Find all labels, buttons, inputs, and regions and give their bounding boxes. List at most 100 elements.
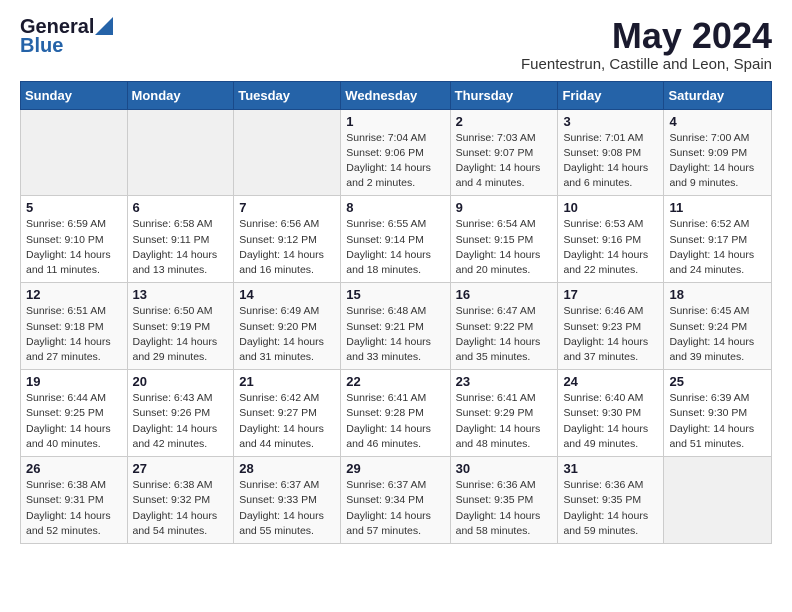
- title-section: May 2024 Fuentestrun, Castille and Leon,…: [521, 16, 772, 73]
- table-row: 26 Sunrise: 6:38 AM Sunset: 9:31 PM Dayli…: [21, 457, 128, 544]
- day-number: 13: [133, 287, 229, 302]
- day-number: 4: [669, 114, 766, 129]
- day-info: Sunrise: 6:50 AM Sunset: 9:19 PM Dayligh…: [133, 304, 229, 365]
- table-row: 6 Sunrise: 6:58 AM Sunset: 9:11 PM Daylig…: [127, 196, 234, 283]
- table-row: 30 Sunrise: 6:36 AM Sunset: 9:35 PM Dayli…: [450, 457, 558, 544]
- table-row: 4Sunrise: 7:00 AM Sunset: 9:09 PM Daylig…: [664, 109, 772, 196]
- day-info: Sunrise: 6:43 AM Sunset: 9:26 PM Dayligh…: [133, 391, 229, 452]
- day-info: Sunrise: 6:41 AM Sunset: 9:28 PM Dayligh…: [346, 391, 444, 452]
- table-row: 15Sunrise: 6:48 AM Sunset: 9:21 PM Dayli…: [341, 283, 450, 370]
- table-row: 23Sunrise: 6:41 AM Sunset: 9:29 PM Dayli…: [450, 370, 558, 457]
- day-number: 17: [563, 287, 658, 302]
- page-header: General Blue May 2024 Fuentestrun, Casti…: [20, 16, 772, 73]
- day-number: 14: [239, 287, 335, 302]
- day-info: Sunrise: 6:39 AM Sunset: 9:30 PM Dayligh…: [669, 391, 766, 452]
- logo: General Blue: [20, 16, 113, 58]
- day-number: 30: [456, 461, 553, 476]
- table-row: 12 Sunrise: 6:51 AM Sunset: 9:18 PM Dayli…: [21, 283, 128, 370]
- table-row: 14 Sunrise: 6:49 AM Sunset: 9:20 PM Dayli…: [234, 283, 341, 370]
- table-row: 11Sunrise: 6:52 AM Sunset: 9:17 PM Dayli…: [664, 196, 772, 283]
- day-number: 12: [26, 287, 122, 302]
- day-info: Sunrise: 7:04 AM Sunset: 9:06 PM Dayligh…: [346, 131, 444, 192]
- table-row: 13 Sunrise: 6:50 AM Sunset: 9:19 PM Dayli…: [127, 283, 234, 370]
- day-number: 23: [456, 374, 553, 389]
- calendar-week-row: 1 Sunrise: 7:04 AM Sunset: 9:06 PM Daylig…: [21, 109, 772, 196]
- day-info: Sunrise: 6:40 AM Sunset: 9:30 PM Dayligh…: [563, 391, 658, 452]
- day-number: 16: [456, 287, 553, 302]
- table-row: 29 Sunrise: 6:37 AM Sunset: 9:34 PM Dayli…: [341, 457, 450, 544]
- day-number: 8: [346, 200, 444, 215]
- day-info: Sunrise: 7:01 AM Sunset: 9:08 PM Dayligh…: [563, 131, 658, 192]
- day-info: Sunrise: 6:36 AM Sunset: 9:35 PM Dayligh…: [456, 478, 553, 539]
- calendar-week-row: 26 Sunrise: 6:38 AM Sunset: 9:31 PM Dayli…: [21, 457, 772, 544]
- table-row: 7Sunrise: 6:56 AM Sunset: 9:12 PM Daylig…: [234, 196, 341, 283]
- table-row: 19 Sunrise: 6:44 AM Sunset: 9:25 PM Dayli…: [21, 370, 128, 457]
- day-number: 10: [563, 200, 658, 215]
- day-number: 7: [239, 200, 335, 215]
- table-row: 10 Sunrise: 6:53 AM Sunset: 9:16 PM Dayli…: [558, 196, 664, 283]
- day-info: Sunrise: 6:42 AM Sunset: 9:27 PM Dayligh…: [239, 391, 335, 452]
- day-number: 29: [346, 461, 444, 476]
- day-info: Sunrise: 6:47 AM Sunset: 9:22 PM Dayligh…: [456, 304, 553, 365]
- day-info: Sunrise: 6:49 AM Sunset: 9:20 PM Dayligh…: [239, 304, 335, 365]
- day-number: 24: [563, 374, 658, 389]
- table-row: 22 Sunrise: 6:41 AM Sunset: 9:28 PM Dayli…: [341, 370, 450, 457]
- table-row: 25 Sunrise: 6:39 AM Sunset: 9:30 PM Dayli…: [664, 370, 772, 457]
- col-tuesday: Tuesday: [234, 81, 341, 109]
- table-row: 9 Sunrise: 6:54 AM Sunset: 9:15 PM Daylig…: [450, 196, 558, 283]
- day-info: Sunrise: 6:53 AM Sunset: 9:16 PM Dayligh…: [563, 217, 658, 278]
- table-row: 16 Sunrise: 6:47 AM Sunset: 9:22 PM Dayli…: [450, 283, 558, 370]
- day-info: Sunrise: 6:58 AM Sunset: 9:11 PM Dayligh…: [133, 217, 229, 278]
- day-info: Sunrise: 7:03 AM Sunset: 9:07 PM Dayligh…: [456, 131, 553, 192]
- table-row: 27 Sunrise: 6:38 AM Sunset: 9:32 PM Dayli…: [127, 457, 234, 544]
- col-friday: Friday: [558, 81, 664, 109]
- day-number: 9: [456, 200, 553, 215]
- calendar-title: May 2024: [521, 16, 772, 56]
- day-info: Sunrise: 6:59 AM Sunset: 9:10 PM Dayligh…: [26, 217, 122, 278]
- table-row: 5 Sunrise: 6:59 AM Sunset: 9:10 PM Daylig…: [21, 196, 128, 283]
- day-info: Sunrise: 6:45 AM Sunset: 9:24 PM Dayligh…: [669, 304, 766, 365]
- day-number: 20: [133, 374, 229, 389]
- table-row: [21, 109, 128, 196]
- day-number: 6: [133, 200, 229, 215]
- col-thursday: Thursday: [450, 81, 558, 109]
- table-row: 21 Sunrise: 6:42 AM Sunset: 9:27 PM Dayli…: [234, 370, 341, 457]
- day-info: Sunrise: 6:38 AM Sunset: 9:31 PM Dayligh…: [26, 478, 122, 539]
- calendar-table: Sunday Monday Tuesday Wednesday Thursday…: [20, 81, 772, 544]
- day-number: 19: [26, 374, 122, 389]
- day-number: 28: [239, 461, 335, 476]
- day-number: 1: [346, 114, 444, 129]
- day-number: 5: [26, 200, 122, 215]
- table-row: 24 Sunrise: 6:40 AM Sunset: 9:30 PM Dayli…: [558, 370, 664, 457]
- day-number: 15: [346, 287, 444, 302]
- table-row: 17Sunrise: 6:46 AM Sunset: 9:23 PM Dayli…: [558, 283, 664, 370]
- day-number: 27: [133, 461, 229, 476]
- calendar-header-row: Sunday Monday Tuesday Wednesday Thursday…: [21, 81, 772, 109]
- day-number: 18: [669, 287, 766, 302]
- day-number: 26: [26, 461, 122, 476]
- table-row: [127, 109, 234, 196]
- day-info: Sunrise: 6:44 AM Sunset: 9:25 PM Dayligh…: [26, 391, 122, 452]
- day-info: Sunrise: 6:51 AM Sunset: 9:18 PM Dayligh…: [26, 304, 122, 365]
- day-number: 21: [239, 374, 335, 389]
- table-row: 2Sunrise: 7:03 AM Sunset: 9:07 PM Daylig…: [450, 109, 558, 196]
- day-info: Sunrise: 6:54 AM Sunset: 9:15 PM Dayligh…: [456, 217, 553, 278]
- table-row: 28Sunrise: 6:37 AM Sunset: 9:33 PM Dayli…: [234, 457, 341, 544]
- table-row: [234, 109, 341, 196]
- day-number: 22: [346, 374, 444, 389]
- day-info: Sunrise: 6:52 AM Sunset: 9:17 PM Dayligh…: [669, 217, 766, 278]
- table-row: 1 Sunrise: 7:04 AM Sunset: 9:06 PM Daylig…: [341, 109, 450, 196]
- table-row: 31 Sunrise: 6:36 AM Sunset: 9:35 PM Dayli…: [558, 457, 664, 544]
- day-info: Sunrise: 6:55 AM Sunset: 9:14 PM Dayligh…: [346, 217, 444, 278]
- logo-blue-text: Blue: [20, 35, 63, 58]
- col-monday: Monday: [127, 81, 234, 109]
- day-number: 31: [563, 461, 658, 476]
- calendar-subtitle: Fuentestrun, Castille and Leon, Spain: [521, 56, 772, 73]
- col-wednesday: Wednesday: [341, 81, 450, 109]
- day-info: Sunrise: 6:37 AM Sunset: 9:34 PM Dayligh…: [346, 478, 444, 539]
- day-info: Sunrise: 6:36 AM Sunset: 9:35 PM Dayligh…: [563, 478, 658, 539]
- day-info: Sunrise: 6:38 AM Sunset: 9:32 PM Dayligh…: [133, 478, 229, 539]
- calendar-week-row: 5 Sunrise: 6:59 AM Sunset: 9:10 PM Daylig…: [21, 196, 772, 283]
- day-number: 25: [669, 374, 766, 389]
- col-sunday: Sunday: [21, 81, 128, 109]
